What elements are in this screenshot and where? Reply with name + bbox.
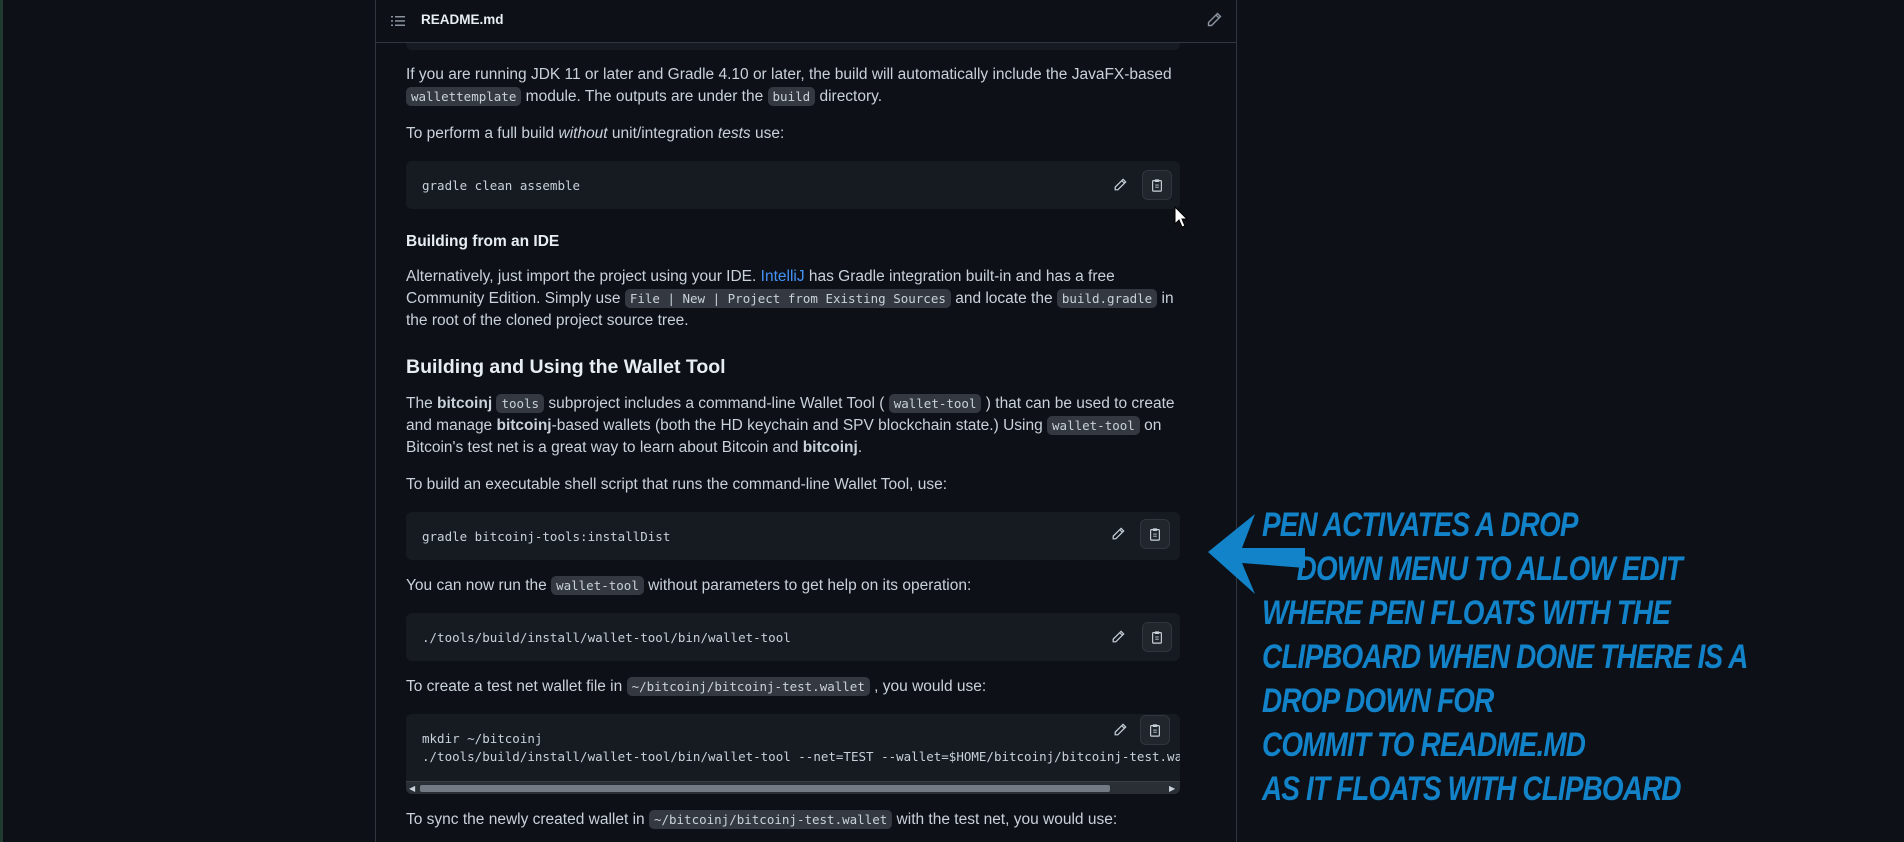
heading-building-from-ide: Building from an IDE xyxy=(406,233,560,250)
code-block-run: ./tools/build/install/wallet-tool/bin/wa… xyxy=(406,613,1180,661)
inline-code: wallet-tool xyxy=(888,394,982,413)
text: The xyxy=(406,395,438,412)
text: If you are running JDK 11 or later and G… xyxy=(406,66,1172,83)
paragraph-create-wallet: To create a test net wallet file in ~/bi… xyxy=(406,676,1180,698)
text: subproject includes a command-line Walle… xyxy=(544,395,889,412)
text: module. The outputs are under the xyxy=(521,88,768,105)
copy-clipboard-icon[interactable] xyxy=(1142,170,1172,200)
code-text: ./tools/build/install/wallet-tool/bin/wa… xyxy=(422,630,791,645)
text: use: xyxy=(750,125,785,142)
text: , you would use: xyxy=(869,678,987,695)
code-text: gradle bitcoinj-tools:installDist xyxy=(422,529,671,544)
edit-code-pencil-icon[interactable] xyxy=(1105,715,1135,745)
edit-code-pencil-icon[interactable] xyxy=(1105,170,1135,200)
previous-code-block-edge xyxy=(406,42,1180,50)
emphasis: without xyxy=(558,125,608,142)
code-text: gradle clean assemble xyxy=(422,178,581,193)
bold: bitcoinj xyxy=(496,417,552,434)
horizontal-scrollbar[interactable]: ◀ ▶ xyxy=(406,781,1180,794)
paragraph-run-tool: You can now run the wallet-tool without … xyxy=(406,575,1180,597)
code-text: mkdir ~/bitcoinj ./tools/build/install/w… xyxy=(422,731,1180,764)
inline-code: ~/bitcoinj/bitcoinj-test.wallet xyxy=(648,810,893,829)
text: To perform a full build xyxy=(406,125,559,142)
inline-code: File | New | Project from Existing Sourc… xyxy=(624,289,951,308)
text: unit/integration xyxy=(607,125,718,142)
annotation-line: WHERE PEN FLOATS WITH THE xyxy=(1262,594,1671,632)
handwritten-annotation: PEN ACTIVATES A DROP DOWN MENU TO ALLOW … xyxy=(1262,503,1754,811)
text: -based wallets (both the HD keychain and… xyxy=(551,417,1048,434)
annotation-line: AS IT FLOATS WITH CLIPBOARD xyxy=(1262,770,1682,808)
paragraph-build-script: To build an executable shell script that… xyxy=(406,476,948,493)
code-block-install: gradle bitcoinj-tools:installDist xyxy=(406,512,1180,560)
text: and locate the xyxy=(950,290,1057,307)
file-title: README.md xyxy=(421,12,504,27)
inline-code: build xyxy=(767,87,816,106)
copy-clipboard-icon[interactable] xyxy=(1140,715,1170,745)
scroll-right-icon[interactable]: ▶ xyxy=(1169,785,1177,793)
edit-code-pencil-icon[interactable] xyxy=(1103,622,1133,652)
text: with the test net, you would use: xyxy=(892,811,1118,828)
paragraph-wallet-tool: The bitcoinj tools subproject includes a… xyxy=(406,393,1180,459)
intellij-link[interactable]: IntelliJ xyxy=(761,268,805,285)
left-edge-strip xyxy=(0,0,3,842)
inline-code: wallet-tool xyxy=(1047,416,1140,435)
copy-clipboard-icon[interactable] xyxy=(1142,622,1172,652)
text: You can now run the xyxy=(406,577,552,594)
list-unordered-icon[interactable] xyxy=(390,13,406,29)
paragraph-sync-wallet: To sync the newly created wallet in ~/bi… xyxy=(406,809,1180,831)
annotation-line: DOWN MENU TO ALLOW EDIT xyxy=(1262,550,1683,588)
paragraph-ide: Alternatively, just import the project u… xyxy=(406,266,1180,332)
paragraph-javafx: If you are running JDK 11 or later and G… xyxy=(406,64,1180,108)
inline-code: wallet-tool xyxy=(551,576,644,595)
annotation-line: DROP DOWN FOR xyxy=(1262,682,1494,720)
text: . xyxy=(857,439,863,456)
heading-wallet-tool: Building and Using the Wallet Tool xyxy=(406,356,726,378)
inline-code: ~/bitcoinj/bitcoinj-test.wallet xyxy=(626,677,870,696)
annotation-line: PEN ACTIVATES A DROP xyxy=(1262,506,1578,544)
text: To create a test net wallet file in xyxy=(406,678,627,695)
annotation-line: CLIPBOARD WHEN DONE THERE IS A xyxy=(1262,638,1748,676)
mouse-cursor-icon xyxy=(1174,206,1189,228)
inline-code: wallettemplate xyxy=(406,87,522,106)
code-block-create: mkdir ~/bitcoinj ./tools/build/install/w… xyxy=(406,714,1180,794)
copy-clipboard-icon[interactable] xyxy=(1140,519,1170,549)
readme-header: README.md xyxy=(376,0,1236,43)
inline-code: tools xyxy=(496,394,545,413)
edit-file-pencil-icon[interactable] xyxy=(1206,12,1222,28)
text: without parameters to get help on its op… xyxy=(643,577,972,594)
text: Alternatively, just import the project u… xyxy=(406,268,761,285)
bold: bitcoinj xyxy=(802,439,858,456)
bold: bitcoinj xyxy=(437,395,493,412)
edit-code-pencil-icon[interactable] xyxy=(1103,519,1133,549)
scrollbar-thumb[interactable] xyxy=(420,785,1110,792)
code-block-assemble: gradle clean assemble xyxy=(406,161,1180,209)
emphasis: tests xyxy=(717,125,751,142)
paragraph-full-build: To perform a full build without unit/int… xyxy=(406,123,1180,145)
annotation-line: COMMIT TO README.MD xyxy=(1262,726,1586,764)
text: To sync the newly created wallet in xyxy=(406,811,649,828)
text: directory. xyxy=(815,88,883,105)
inline-code: build.gradle xyxy=(1056,289,1158,308)
scroll-left-icon[interactable]: ◀ xyxy=(409,785,417,793)
readme-panel: README.md If you are running JDK 11 or l… xyxy=(375,0,1237,842)
